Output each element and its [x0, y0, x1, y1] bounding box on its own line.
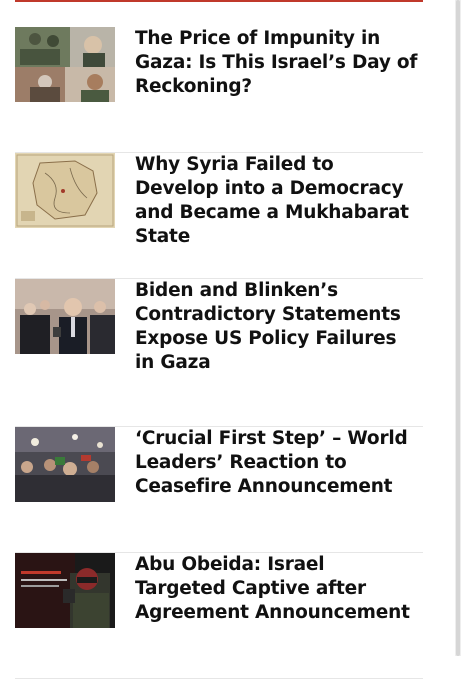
- list-item: Abu Obeida: Israel Targeted Captive afte…: [15, 553, 423, 679]
- article-thumbnail-biden-blinken[interactable]: [15, 279, 115, 354]
- article-thumbnail-gaza[interactable]: [15, 27, 115, 102]
- list-item: ‘Crucial First Step’ – World Leaders’ Re…: [15, 427, 423, 553]
- top-accent-rule: [15, 0, 423, 2]
- article-title-link[interactable]: Biden and Blinken’s Contradictory Statem…: [135, 279, 420, 375]
- article-title-link[interactable]: ‘Crucial First Step’ – World Leaders’ Re…: [135, 427, 420, 499]
- list-item: The Price of Impunity in Gaza: Is This I…: [15, 27, 423, 153]
- article-title-link[interactable]: Abu Obeida: Israel Targeted Captive afte…: [135, 553, 420, 625]
- article-title-link[interactable]: Why Syria Failed to Develop into a Democ…: [135, 153, 420, 249]
- article-title-link[interactable]: The Price of Impunity in Gaza: Is This I…: [135, 27, 420, 99]
- scrollbar-thumb[interactable]: [456, 0, 460, 656]
- page-scrollbar[interactable]: [455, 0, 461, 656]
- article-thumbnail-ceasefire[interactable]: [15, 427, 115, 502]
- article-thumbnail-abu-obeida[interactable]: [15, 553, 115, 628]
- article-thumbnail-syria[interactable]: [15, 153, 115, 228]
- list-item: Why Syria Failed to Develop into a Democ…: [15, 153, 423, 279]
- article-list: The Price of Impunity in Gaza: Is This I…: [15, 27, 423, 679]
- list-item: Biden and Blinken’s Contradictory Statem…: [15, 279, 423, 427]
